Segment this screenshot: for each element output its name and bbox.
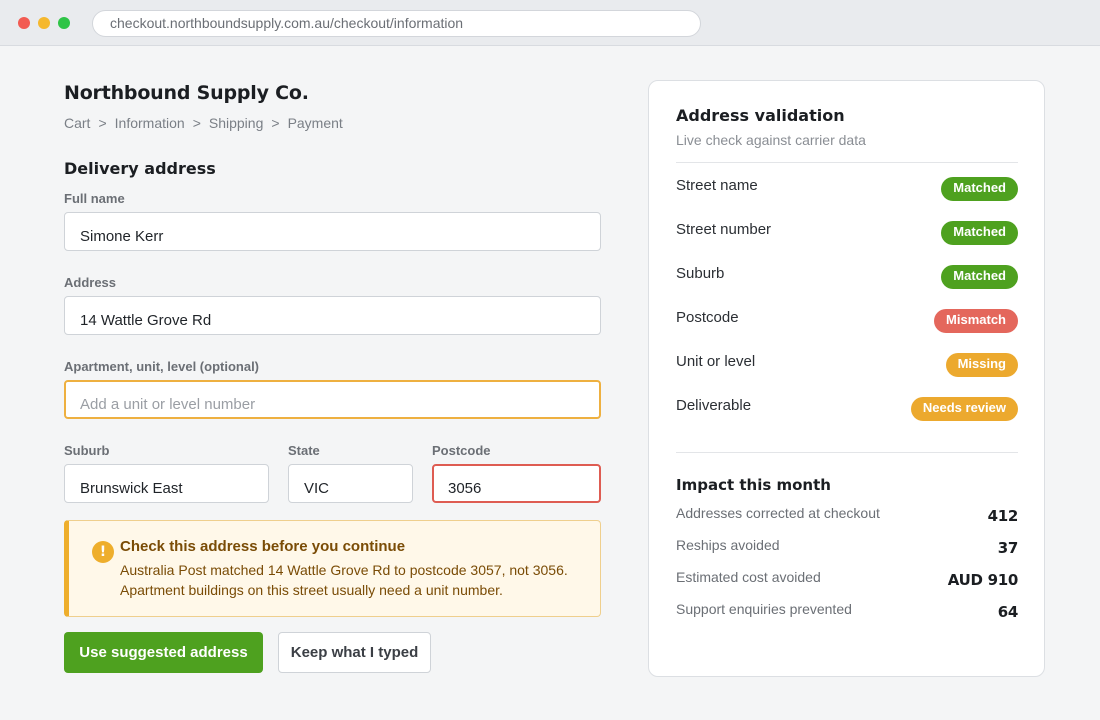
- validation-label: Postcode: [676, 309, 739, 326]
- suburb-label: Suburb: [64, 443, 110, 458]
- status-badge: Needs review: [910, 397, 1018, 421]
- breadcrumb-cart[interactable]: Cart: [64, 115, 90, 131]
- impact-label: Estimated cost avoided: [676, 569, 821, 585]
- status-badge: Matched: [941, 177, 1018, 201]
- keep-typed-address-button[interactable]: Keep what I typed: [278, 632, 431, 673]
- validation-label: Street number: [676, 221, 772, 238]
- divider: [676, 452, 1018, 453]
- status-badge: Mismatch: [934, 309, 1018, 333]
- alert-title: Check this address before you continue: [120, 538, 406, 555]
- validation-row-deliverable: Deliverable Needs review: [676, 397, 1018, 423]
- alert-message: Australia Post matched 14 Wattle Grove R…: [120, 560, 590, 600]
- address-validation-panel: Address validation Live check against ca…: [648, 80, 1045, 677]
- address-label: Address: [64, 275, 117, 290]
- maximize-window-button[interactable]: [58, 17, 70, 29]
- breadcrumb-separator: >: [271, 115, 280, 131]
- divider: [676, 162, 1018, 163]
- use-suggested-address-button[interactable]: Use suggested address: [64, 632, 263, 673]
- validation-label: Deliverable: [676, 397, 752, 414]
- state-field[interactable]: [288, 464, 413, 503]
- impact-row: Addresses corrected at checkout 412: [676, 505, 1018, 527]
- impact-row: Estimated cost avoided AUD 910: [676, 569, 1018, 591]
- full-name-label: Full name: [64, 191, 125, 206]
- close-window-button[interactable]: [18, 17, 30, 29]
- validation-row-street-number: Street number Matched: [676, 221, 1018, 247]
- validation-label: Unit or level: [676, 353, 756, 370]
- validation-row-suburb: Suburb Matched: [676, 265, 1018, 291]
- validation-subtitle: Live check against carrier data: [676, 132, 866, 148]
- status-badge: Missing: [945, 353, 1018, 377]
- validation-row-postcode: Postcode Mismatch: [676, 309, 1018, 335]
- impact-label: Support enquiries prevented: [676, 601, 852, 617]
- validation-label: Suburb: [676, 265, 725, 282]
- impact-label: Reships avoided: [676, 537, 780, 553]
- minimize-window-button[interactable]: [38, 17, 50, 29]
- breadcrumb-payment[interactable]: Payment: [288, 115, 343, 131]
- address-field[interactable]: [64, 296, 601, 335]
- validation-label: Street name: [676, 177, 758, 194]
- breadcrumb-separator: >: [192, 115, 201, 131]
- apartment-field[interactable]: [64, 380, 601, 419]
- status-badge: Matched: [941, 221, 1018, 245]
- status-badge: Matched: [941, 265, 1018, 289]
- validation-row-street-name: Street name Matched: [676, 177, 1018, 203]
- breadcrumb-separator: >: [98, 115, 107, 131]
- address-warning-alert: ! Check this address before you continue…: [64, 520, 601, 617]
- postcode-field[interactable]: [432, 464, 601, 503]
- alert-message-line: Apartment buildings on this street usual…: [120, 582, 503, 598]
- breadcrumb-information[interactable]: Information: [115, 115, 185, 131]
- alert-message-line: Australia Post matched 14 Wattle Grove R…: [120, 562, 568, 578]
- warning-icon: !: [92, 541, 114, 563]
- full-name-field[interactable]: [64, 212, 601, 251]
- browser-toolbar: checkout.northboundsupply.com.au/checkou…: [0, 0, 1100, 46]
- impact-value: 37: [997, 539, 1019, 557]
- impact-row: Reships avoided 37: [676, 537, 1018, 559]
- store-name: Northbound Supply Co.: [64, 82, 309, 104]
- impact-value: AUD 910: [947, 571, 1019, 589]
- delivery-address-title: Delivery address: [64, 159, 216, 178]
- impact-label: Addresses corrected at checkout: [676, 505, 880, 521]
- apartment-label: Apartment, unit, level (optional): [64, 359, 260, 374]
- impact-value: 64: [997, 603, 1019, 621]
- impact-row: Support enquiries prevented 64: [676, 601, 1018, 623]
- postcode-label: Postcode: [432, 443, 491, 458]
- validation-row-unit: Unit or level Missing: [676, 353, 1018, 379]
- impact-title: Impact this month: [676, 476, 831, 494]
- breadcrumb-shipping[interactable]: Shipping: [209, 115, 264, 131]
- suburb-field[interactable]: [64, 464, 269, 503]
- state-label: State: [288, 443, 320, 458]
- breadcrumb: Cart > Information > Shipping > Payment: [64, 115, 343, 131]
- impact-value: 412: [987, 507, 1019, 525]
- validation-title: Address validation: [676, 106, 845, 125]
- address-bar[interactable]: checkout.northboundsupply.com.au/checkou…: [92, 10, 701, 37]
